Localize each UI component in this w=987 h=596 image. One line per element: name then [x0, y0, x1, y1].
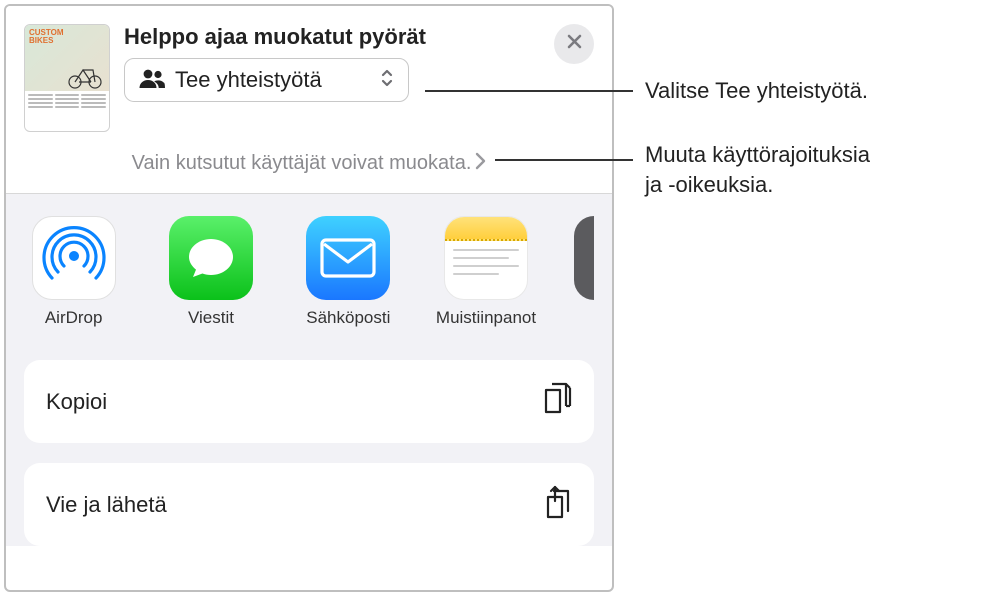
- overflow-icon: [574, 216, 594, 300]
- document-thumbnail: CUSTOM BIKES: [24, 24, 110, 132]
- callout-line: [425, 90, 633, 92]
- share-app-notes[interactable]: Muistiinpanot: [436, 216, 536, 328]
- copy-icon: [542, 382, 572, 421]
- thumbnail-badge: CUSTOM BIKES: [29, 29, 64, 45]
- collaborate-label: Tee yhteistyötä: [175, 67, 370, 93]
- app-label: Viestit: [188, 308, 234, 328]
- messages-icon: [169, 216, 253, 300]
- action-copy[interactable]: Kopioi: [24, 360, 594, 443]
- document-title: Helppo ajaa muokatut pyörät: [124, 24, 540, 50]
- callout-text: Valitse Tee yhteistyötä.: [645, 76, 868, 106]
- airdrop-icon: [32, 216, 116, 300]
- share-app-messages[interactable]: Viestit: [161, 216, 260, 328]
- share-app-airdrop[interactable]: AirDrop: [24, 216, 123, 328]
- action-export[interactable]: Vie ja lähetä: [24, 463, 594, 546]
- callout-text: Muuta käyttörajoituksia ja -oikeuksia.: [645, 140, 870, 199]
- close-icon: [566, 33, 583, 55]
- action-label: Vie ja lähetä: [46, 492, 167, 518]
- callout-permissions: Muuta käyttörajoituksia ja -oikeuksia.: [495, 140, 870, 199]
- share-app-overflow[interactable]: [574, 216, 594, 328]
- people-icon: [139, 68, 165, 93]
- app-label: AirDrop: [45, 308, 103, 328]
- share-apps-row: AirDrop Viestit Sähköposti: [6, 194, 612, 336]
- bike-icon: [67, 65, 103, 89]
- export-icon: [542, 485, 572, 524]
- share-header: CUSTOM BIKES Helppo ajaa muokatut pyörät…: [6, 6, 612, 140]
- collaborate-dropdown[interactable]: Tee yhteistyötä: [124, 58, 409, 102]
- chevron-right-icon: [475, 152, 486, 175]
- permissions-text: Vain kutsutut käyttäjät voivat muokata.: [132, 152, 472, 175]
- share-app-mail[interactable]: Sähköposti: [299, 216, 398, 328]
- chevron-up-down-icon: [380, 68, 394, 93]
- action-label: Kopioi: [46, 389, 107, 415]
- app-label: Muistiinpanot: [436, 308, 536, 328]
- callout-line: [495, 159, 633, 161]
- app-label: Sähköposti: [306, 308, 390, 328]
- close-button[interactable]: [554, 24, 594, 64]
- mail-icon: [306, 216, 390, 300]
- callout-collaborate: Valitse Tee yhteistyötä.: [425, 76, 868, 106]
- share-actions: Kopioi Vie ja lähetä: [6, 336, 612, 546]
- notes-icon: [444, 216, 528, 300]
